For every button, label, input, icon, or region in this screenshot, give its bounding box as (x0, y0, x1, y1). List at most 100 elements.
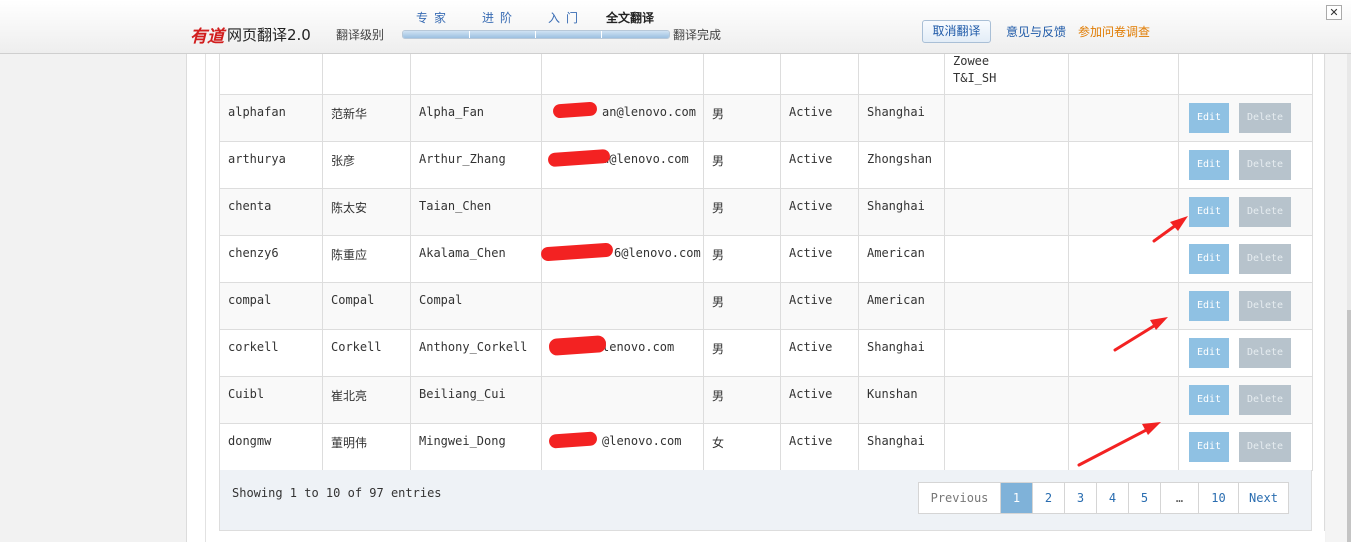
english-name-cell: Akalama_Chen (410, 235, 542, 283)
status-cell: Active (780, 94, 859, 142)
delete-button[interactable]: Delete (1239, 291, 1291, 321)
location-cell: Kunshan (858, 376, 945, 424)
username-cell: alphafan (219, 94, 323, 142)
level-full-text[interactable]: 全文翻译 (606, 9, 654, 26)
department-cell (944, 329, 1069, 377)
pagination: Previous 1 2 3 4 5 … 10 Next (918, 482, 1289, 514)
gender-cell: 男 (703, 94, 781, 142)
translation-status: 翻译完成 (673, 28, 722, 42)
english-name-cell: Arthur_Zhang (410, 141, 542, 189)
entries-info: Showing 1 to 10 of 97 entries (232, 486, 442, 500)
edit-button[interactable]: Edit (1189, 291, 1229, 321)
remark-cell (1068, 282, 1179, 330)
status-cell: Active (780, 282, 859, 330)
chinese-name-cell: 陈重应 (322, 235, 411, 283)
translation-progress-bar (402, 30, 670, 39)
username-cell: compal (219, 282, 323, 330)
english-name-cell: Beiliang_Cui (410, 376, 542, 424)
level-expert[interactable]: 专家 (416, 9, 452, 26)
pagination-page-4[interactable]: 4 (1096, 483, 1128, 513)
remark-cell (1068, 188, 1179, 236)
department-text: Zowee T&I_SH (953, 54, 997, 85)
actions-cell: Edit Delete (1178, 141, 1313, 189)
actions-cell: Edit Delete (1178, 329, 1313, 377)
bar-divider (535, 31, 536, 38)
chinese-name-cell: Corkell (322, 329, 411, 377)
location-cell: Shanghai (858, 423, 945, 471)
edit-button[interactable]: Edit (1189, 385, 1229, 415)
table-row: compal Compal Compal 男 Active American Edit Del… (219, 282, 1313, 330)
department-cell (944, 94, 1069, 142)
edit-button[interactable]: Edit (1189, 432, 1229, 462)
status-cell: Active (780, 141, 859, 189)
pagination-ellipsis: … (1160, 483, 1198, 513)
cancel-translation-button[interactable]: 取消翻译 (922, 20, 991, 43)
location-cell: American (858, 282, 945, 330)
feedback-link[interactable]: 意见与反馈 (1006, 23, 1066, 40)
edit-button[interactable]: Edit (1189, 244, 1229, 274)
pagination-previous[interactable]: Previous (919, 483, 1000, 513)
status-cell: Active (780, 188, 859, 236)
delete-button[interactable]: Delete (1239, 385, 1291, 415)
location-cell: American (858, 235, 945, 283)
edit-button[interactable]: Edit (1189, 103, 1229, 133)
department-cell (944, 376, 1069, 424)
gender-cell: 男 (703, 141, 781, 189)
remark-cell (1068, 235, 1179, 283)
pagination-page-2[interactable]: 2 (1032, 483, 1064, 513)
location-cell: Shanghai (858, 329, 945, 377)
status-cell: Active (780, 235, 859, 283)
department-cell (944, 141, 1069, 189)
close-icon[interactable]: ✕ (1326, 5, 1342, 20)
username-cell: chenta (219, 188, 323, 236)
email-cell: an@lenovo.com (541, 94, 704, 142)
department-cell (944, 235, 1069, 283)
actions-cell: Edit Delete (1178, 188, 1313, 236)
survey-link[interactable]: 参加问卷调查 (1078, 23, 1150, 40)
pagination-page-3[interactable]: 3 (1064, 483, 1096, 513)
translation-level-label: 翻译级别 (336, 28, 385, 42)
actions-cell: Edit Delete (1178, 376, 1313, 424)
status-cell: Active (780, 376, 859, 424)
panel-bottom (206, 531, 1325, 542)
table-row: chenta 陈太安 Taian_Chen 男 Active Shanghai Edit De… (219, 188, 1313, 236)
email-cell (541, 282, 704, 330)
gender-cell: 男 (703, 376, 781, 424)
remark-cell (1068, 329, 1179, 377)
english-name-cell: Compal (410, 282, 542, 330)
delete-button[interactable]: Delete (1239, 338, 1291, 368)
translation-level-selector: 专家 进阶 入门 全文翻译 (402, 9, 670, 43)
pagination-page-10[interactable]: 10 (1198, 483, 1238, 513)
pagination-page-1[interactable]: 1 (1000, 483, 1032, 513)
edit-button[interactable]: Edit (1189, 197, 1229, 227)
table-footer: Showing 1 to 10 of 97 entries Previous 1… (219, 470, 1312, 531)
chinese-name-cell: 崔北亮 (322, 376, 411, 424)
page-left-margin (0, 0, 186, 542)
delete-button[interactable]: Delete (1239, 432, 1291, 462)
table-row: chenzy6 陈重应 Akalama_Chen 6@lenovo.com 男 Activ… (219, 235, 1313, 283)
level-advanced[interactable]: 进阶 (482, 9, 518, 26)
table-row: Cuibl 崔北亮 Beiliang_Cui 男 Active Kunshan Edit De… (219, 376, 1313, 424)
english-name-cell: Mingwei_Dong (410, 423, 542, 471)
chinese-name-cell: 张彦 (322, 141, 411, 189)
translation-toolbar: 有道 网页翻译2.0 翻译级别 专家 进阶 入门 全文翻译 翻译完成 取消翻译 … (0, 0, 1351, 54)
level-beginner[interactable]: 入门 (548, 9, 584, 26)
username-cell: chenzy6 (219, 235, 323, 283)
english-name-cell: Taian_Chen (410, 188, 542, 236)
department-cell (944, 282, 1069, 330)
delete-button[interactable]: Delete (1239, 103, 1291, 133)
pagination-page-5[interactable]: 5 (1128, 483, 1160, 513)
location-cell: Zhongshan (858, 141, 945, 189)
inner-border (205, 0, 206, 542)
edit-button[interactable]: Edit (1189, 338, 1229, 368)
edit-button[interactable]: Edit (1189, 150, 1229, 180)
chinese-name-cell: 范新华 (322, 94, 411, 142)
gender-cell: 男 (703, 329, 781, 377)
bar-divider (469, 31, 470, 38)
location-cell: Shanghai (858, 94, 945, 142)
delete-button[interactable]: Delete (1239, 244, 1291, 274)
delete-button[interactable]: Delete (1239, 150, 1291, 180)
pagination-next[interactable]: Next (1238, 483, 1288, 513)
delete-button[interactable]: Delete (1239, 197, 1291, 227)
scrollbar-thumb[interactable] (1347, 310, 1351, 542)
